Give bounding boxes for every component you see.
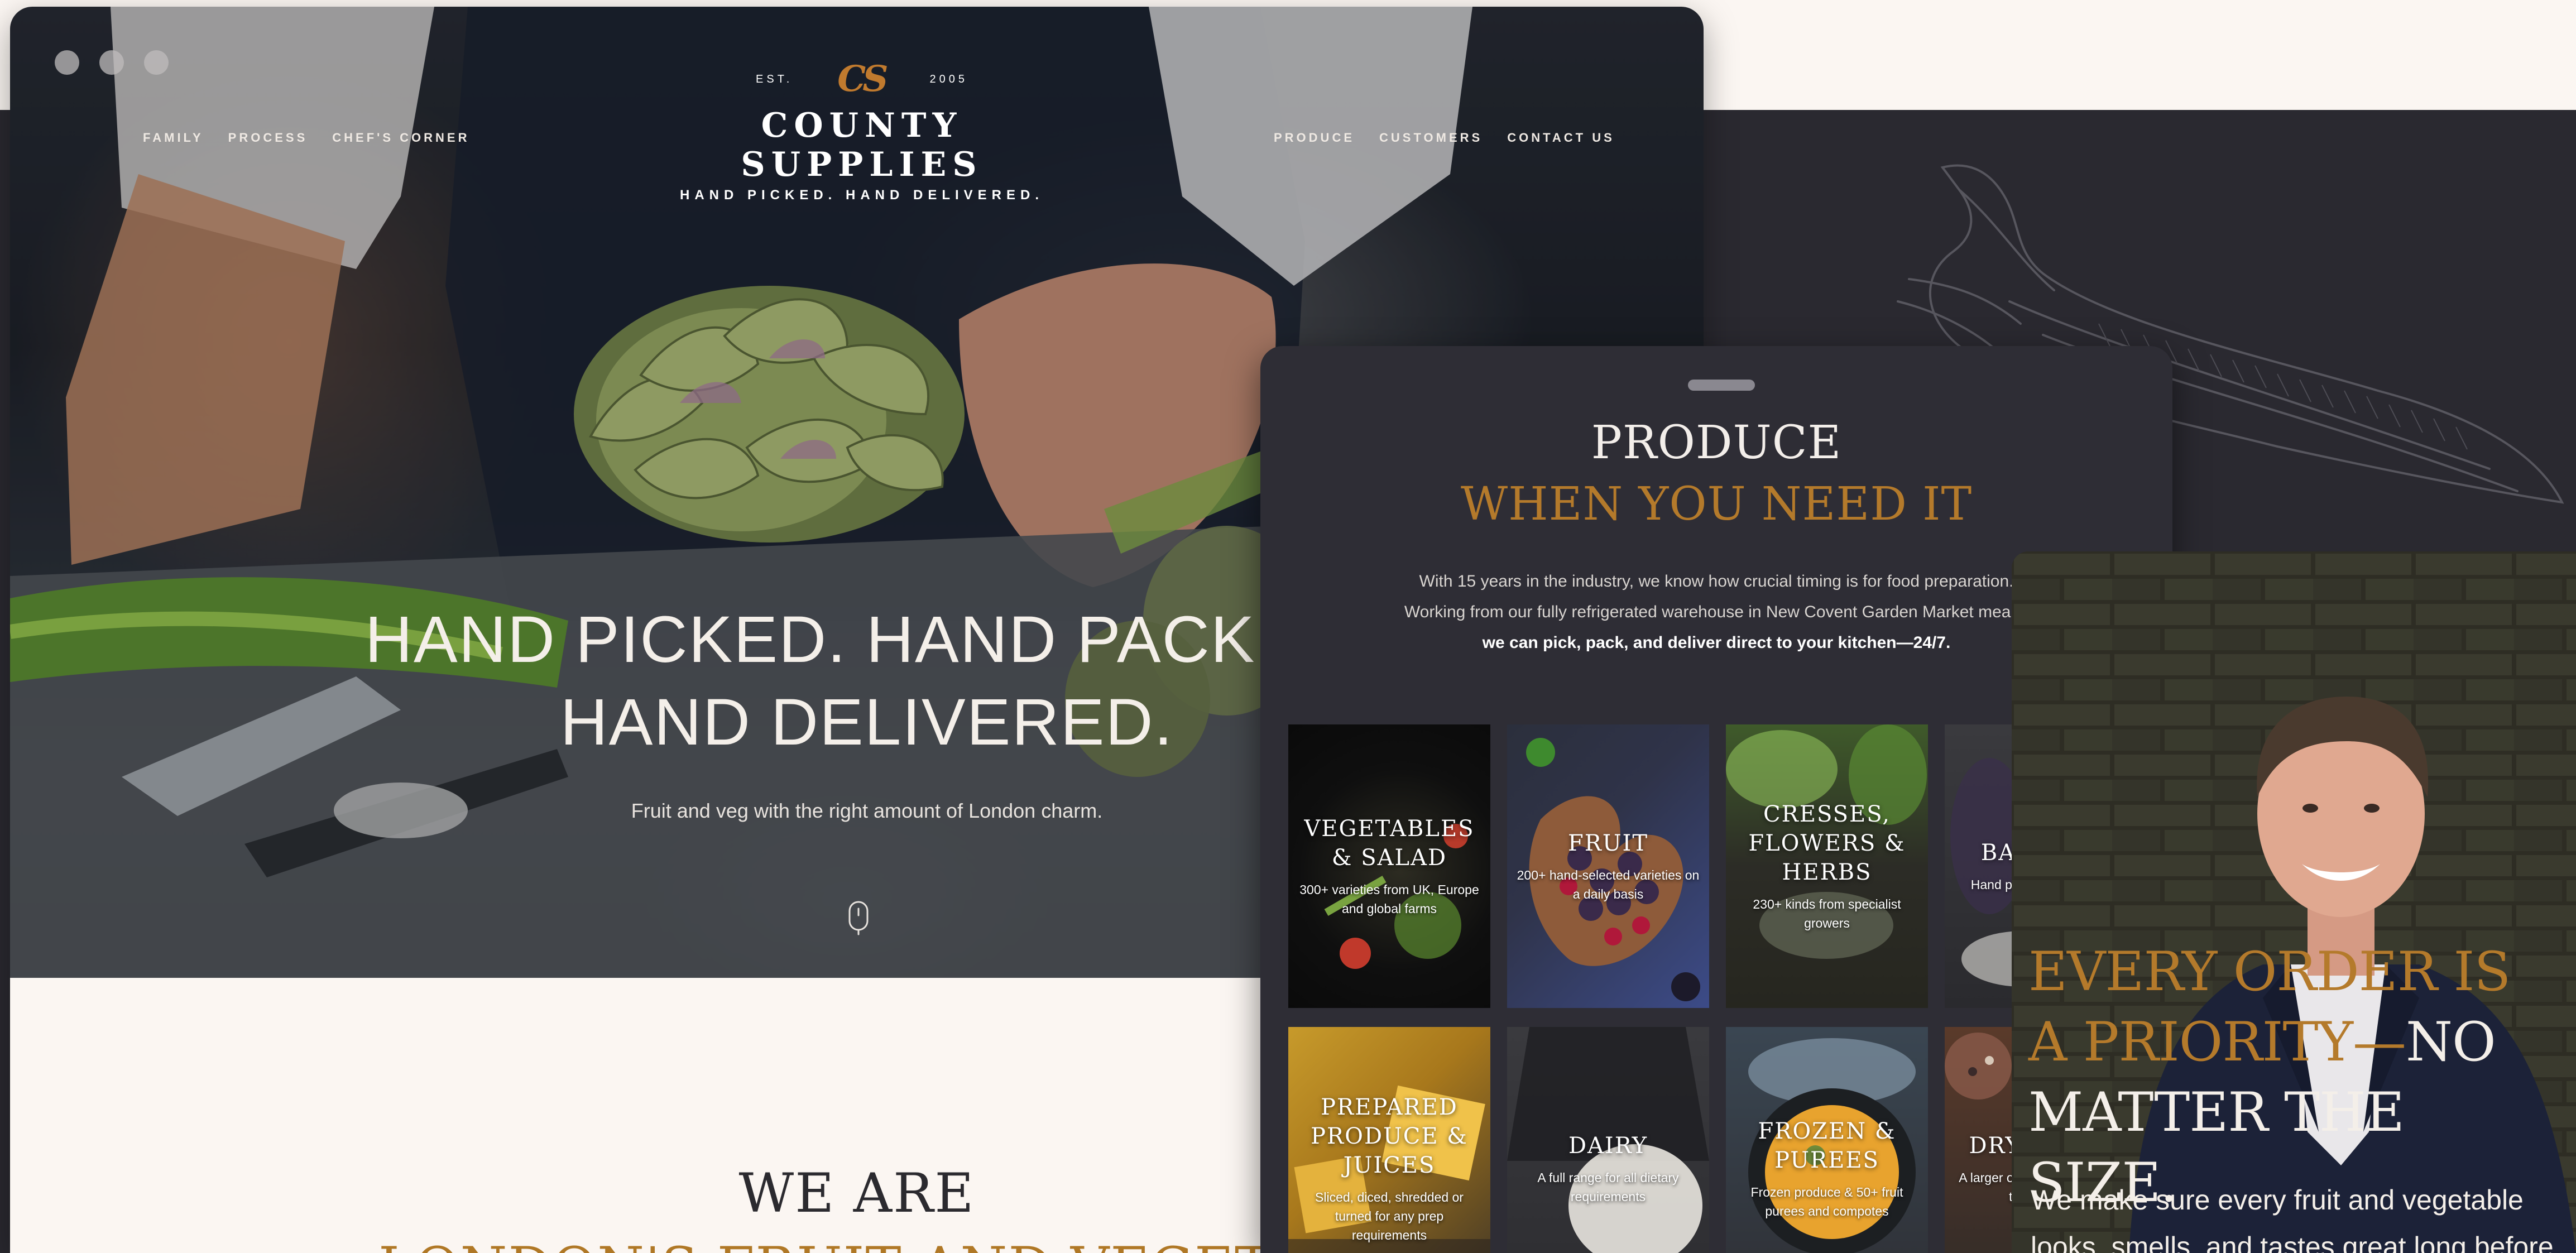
card-title: DAIRY (1568, 1133, 1648, 1159)
produce-card-cresses-flowers-herbs[interactable]: CRESSES, FLOWERS & HERBS 230+ kinds from… (1726, 724, 1928, 1008)
nav-item-customers[interactable]: CUSTOMERS (1379, 131, 1483, 145)
drag-handle[interactable] (1688, 380, 1755, 391)
logo-monogram: CS (837, 58, 888, 100)
produce-heading: PRODUCE (1591, 416, 1842, 469)
produce-heading-gold: WHEN YOU NEED IT (1460, 478, 1973, 531)
priority-heading-line1: EVERY ORDER IS (2028, 940, 2511, 1003)
card-desc: 300+ varieties from UK, Europe and globa… (1299, 882, 1479, 916)
hero-heading-line1: HAND PICKED. HAND PACKED. (364, 603, 1369, 676)
card-desc: Frozen produce & 50+ fruit purees and co… (1750, 1185, 1903, 1218)
produce-card-vegetables-salad[interactable]: VEGETABLES & SALAD 300+ varieties from U… (1288, 724, 1490, 1008)
window-minimize-dot[interactable] (99, 50, 124, 75)
produce-card-fruit[interactable]: FRUIT 200+ hand-selected varieties on a … (1507, 724, 1709, 1008)
nav-item-process[interactable]: PROCESS (228, 131, 308, 145)
nav-item-chefs-corner[interactable]: CHEF'S CORNER (332, 131, 469, 145)
hero-heading-line2: HAND DELIVERED. (560, 685, 1174, 759)
priority-heading-gold-span: A PRIORITY— (2028, 1011, 2406, 1073)
hero-subtitle: Fruit and veg with the right amount of L… (631, 799, 1103, 822)
window-maximize-dot[interactable] (144, 50, 169, 75)
card-desc: 230+ kinds from specialist growers (1753, 897, 1901, 930)
card-desc: Sliced, diced, shredded or turned for an… (1315, 1190, 1464, 1242)
logo-tagline: HAND PICKED. HAND DELIVERED. (679, 188, 1044, 203)
nav-left: FAMILY PROCESS CHEF'S CORNER (143, 131, 470, 145)
card-title: CRESSES, FLOWERS & HERBS (1748, 801, 1906, 885)
nav-item-produce[interactable]: PRODUCE (1274, 131, 1355, 145)
priority-heading-white-span: NO (2405, 1011, 2496, 1073)
nav-item-family[interactable]: FAMILY (143, 131, 204, 145)
priority-window: EVERY ORDER IS A PRIORITY—NO MATTER THE … (2012, 551, 2576, 1253)
card-title: FRUIT (1567, 830, 1649, 856)
priority-heading: EVERY ORDER IS A PRIORITY—NO MATTER THE … (2028, 937, 2564, 1218)
scroll-mouse-icon[interactable] (847, 900, 870, 935)
produce-card-frozen-purees[interactable]: FROZEN & PUREES Frozen produce & 50+ fru… (1726, 1027, 1928, 1253)
logo-est: EST. (756, 73, 793, 85)
artichoke-illustration (574, 286, 965, 543)
card-desc: A full range for all dietary requirement… (1537, 1170, 1679, 1204)
priority-paragraph: We make sure every fruit and vegetable l… (2031, 1177, 2567, 1253)
priority-paragraph-line1: We make sure every fruit and vegetable (2031, 1184, 2524, 1216)
priority-heading-line2: A PRIORITY—NO (2028, 1007, 2564, 1077)
window-controls (55, 50, 169, 75)
window-close-dot[interactable] (55, 50, 79, 75)
logo-est-line: EST. CS 2005 (666, 56, 1057, 103)
logo-year: 2005 (929, 73, 968, 85)
priority-paragraph-line2: looks, smells, and tastes great long bef… (2031, 1231, 2554, 1253)
logo-name: COUNTY SUPPLIES (741, 106, 983, 184)
nav-item-contact-us[interactable]: CONTACT US (1507, 131, 1615, 145)
card-title: PREPARED PRODUCE & JUICES (1311, 1094, 1468, 1178)
card-title: FROZEN & PUREES (1758, 1118, 1896, 1173)
produce-card-prepared-produce-juices[interactable]: PREPARED PRODUCE & JUICES Sliced, diced,… (1288, 1027, 1490, 1253)
site-logo[interactable]: EST. CS 2005 COUNTY SUPPLIES HAND PICKED… (666, 56, 1057, 203)
hero-heading: HAND PICKED. HAND PACKED. HAND DELIVERED… (323, 598, 1411, 764)
produce-card-dairy[interactable]: DAIRY A full range for all dietary requi… (1507, 1027, 1709, 1253)
nav-right: PRODUCE CUSTOMERS CONTACT US (1274, 131, 1615, 145)
card-desc: 200+ hand-selected varieties on a daily … (1517, 868, 1700, 901)
card-title: VEGETABLES & SALAD (1304, 816, 1475, 871)
